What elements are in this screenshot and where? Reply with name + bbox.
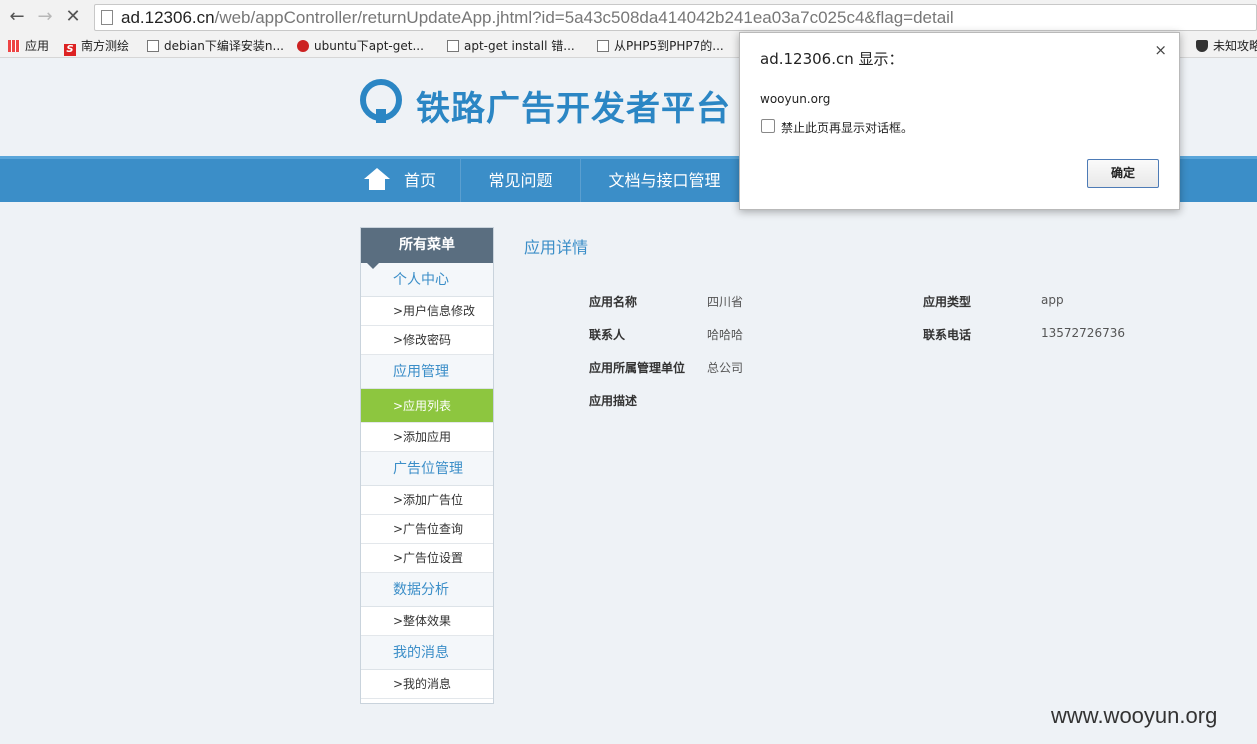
- ok-button[interactable]: 确定: [1087, 159, 1159, 188]
- sidebar-group-my-messages[interactable]: 我的消息: [361, 636, 493, 670]
- sidebar-group-app-management[interactable]: 应用管理: [361, 355, 493, 389]
- site-logo[interactable]: 铁路广告开发者平台: [360, 79, 740, 129]
- sidebar-item-edit-user-info[interactable]: >用户信息修改: [361, 297, 493, 326]
- sidebar-menu: 所有菜单 个人中心 >用户信息修改 >修改密码 应用管理 >应用列表 >添加应用…: [360, 227, 494, 704]
- logo-text: 铁路广告开发者平台: [416, 89, 731, 129]
- document-icon: [597, 40, 609, 52]
- sidebar-group-data-analysis[interactable]: 数据分析: [361, 573, 493, 607]
- back-arrow-icon[interactable]: ←: [6, 6, 28, 28]
- app-type-value: app: [1041, 293, 1064, 307]
- sidebar-item-overall-effect[interactable]: >整体效果: [361, 607, 493, 636]
- bookmark-ubuntu[interactable]: ubuntu下apt-get...: [297, 38, 424, 54]
- bookmark-apps[interactable]: 应用: [8, 38, 49, 54]
- browser-toolbar: ← → ✕ ad.12306.cn/web/appController/retu…: [0, 0, 1257, 34]
- sidebar-group-ad-slot-management[interactable]: 广告位管理: [361, 452, 493, 486]
- home-icon: [363, 168, 390, 190]
- red-logo-icon: [297, 40, 309, 52]
- sidebar-item-add-ad-slot[interactable]: >添加广告位: [361, 486, 493, 515]
- sidebar-item-change-password[interactable]: >修改密码: [361, 326, 493, 355]
- sidebar-item-my-messages[interactable]: >我的消息: [361, 670, 493, 699]
- stop-icon[interactable]: ✕: [62, 6, 84, 28]
- unit-value: 总公司: [707, 361, 744, 375]
- page-title: 应用详情: [524, 238, 589, 257]
- contact-label: 联系人: [589, 328, 626, 342]
- suppress-dialog-label[interactable]: 禁止此页再显示对话框。: [781, 119, 913, 136]
- app-type-label: 应用类型: [923, 295, 972, 309]
- railway-logo-icon: [360, 79, 402, 123]
- sidebar-item-add-app[interactable]: >添加应用: [361, 423, 493, 452]
- phone-value: 13572726736: [1041, 326, 1125, 340]
- unit-label: 应用所属管理单位: [589, 361, 686, 375]
- bookmark-php[interactable]: 从PHP5到PHP7的...: [597, 38, 724, 54]
- app-name-value: 四川省: [707, 295, 744, 309]
- sidebar-title: 所有菜单: [361, 228, 493, 269]
- forward-arrow-icon[interactable]: →: [34, 6, 56, 28]
- bookmark-apt-get[interactable]: apt-get install 错...: [447, 38, 575, 54]
- s-logo-icon: S: [64, 44, 76, 56]
- sidebar-item-ad-slot-settings[interactable]: >广告位设置: [361, 544, 493, 573]
- bookmark-unknown[interactable]: 未知攻略: [1196, 38, 1257, 54]
- document-icon: [447, 40, 459, 52]
- apps-grid-icon: [8, 40, 20, 52]
- url-text[interactable]: ad.12306.cn/web/appController/returnUpda…: [121, 8, 954, 28]
- contact-value: 哈哈哈: [707, 328, 744, 342]
- page-icon: [101, 10, 113, 25]
- dialog-message: wooyun.org: [760, 92, 831, 106]
- sidebar-item-app-list[interactable]: >应用列表: [361, 389, 493, 423]
- phone-label: 联系电话: [923, 328, 972, 342]
- shield-icon: [1196, 40, 1208, 52]
- nav-docs-api[interactable]: 文档与接口管理: [581, 159, 749, 202]
- bookmark-debian[interactable]: debian下编译安装n...: [147, 38, 284, 54]
- address-bar[interactable]: ad.12306.cn/web/appController/returnUpda…: [94, 4, 1257, 31]
- document-icon: [147, 40, 159, 52]
- suppress-dialog-checkbox[interactable]: [761, 119, 775, 133]
- alert-dialog: ad.12306.cn 显示： × wooyun.org 禁止此页再显示对话框。…: [739, 32, 1180, 210]
- close-icon[interactable]: ×: [1154, 41, 1167, 59]
- sidebar-item-query-ad-slot[interactable]: >广告位查询: [361, 515, 493, 544]
- description-label: 应用描述: [589, 394, 638, 408]
- bookmark-nanfang[interactable]: S 南方测绘: [64, 38, 129, 56]
- watermark: www.wooyun.org: [1051, 703, 1218, 728]
- nav-home[interactable]: 首页: [340, 159, 461, 202]
- sidebar-group-personal[interactable]: 个人中心: [361, 263, 493, 297]
- app-name-label: 应用名称: [589, 295, 638, 309]
- dialog-title: ad.12306.cn 显示：: [760, 50, 904, 68]
- nav-faq[interactable]: 常见问题: [461, 159, 581, 202]
